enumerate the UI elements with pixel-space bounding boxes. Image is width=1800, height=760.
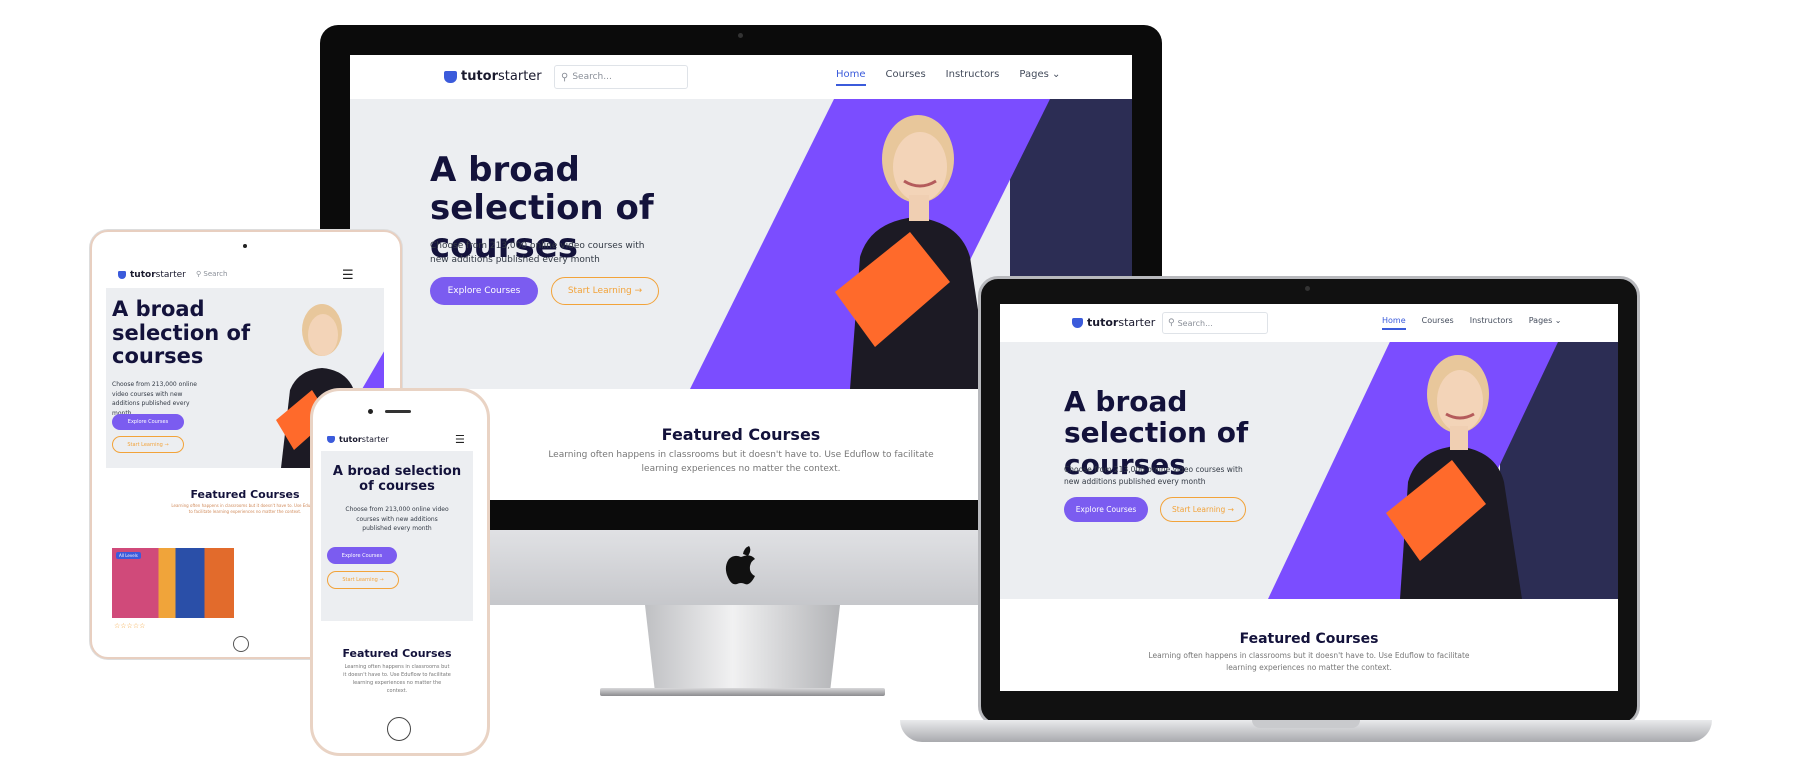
laptop-camera [1305, 286, 1310, 291]
search-icon: ⚲ [1168, 318, 1175, 328]
phone-screen: tutor starter ☰ A broad selection of cou… [321, 429, 473, 711]
hero-woman-image [1386, 355, 1522, 599]
imac-stand [645, 605, 840, 690]
hero-description: Choose from 213,000 online video courses… [1064, 465, 1243, 486]
hero-description: Choose from 213,000 online video courses… [345, 506, 449, 533]
star-rating: ☆☆☆☆☆ [114, 622, 146, 630]
explore-courses-button[interactable]: Explore Courses [327, 547, 397, 564]
hero-description: Choose from 213,000 online video courses… [430, 241, 645, 266]
owl-logo-icon [327, 436, 335, 443]
start-learning-button[interactable]: Start Learning → [112, 436, 184, 453]
nav-menu: Home Courses Instructors Pages ⌄ [1382, 316, 1562, 330]
start-learning-button[interactable]: Start Learning → [551, 277, 659, 305]
nav-item-courses[interactable]: Courses [886, 69, 926, 86]
search-input[interactable]: ⚲ Search... [1162, 312, 1268, 334]
hero-title: A broad selection of courses [112, 297, 251, 369]
nav-item-pages[interactable]: Pages ⌄ [1019, 69, 1060, 86]
apple-logo-icon [725, 546, 755, 585]
owl-logo-icon [444, 70, 457, 83]
laptop-device: tutor starter ⚲ Search... Home Courses I… [978, 276, 1640, 726]
explore-courses-button[interactable]: Explore Courses [430, 277, 538, 305]
start-learning-button[interactable]: Start Learning → [1160, 497, 1246, 522]
laptop-base [900, 720, 1712, 742]
search-icon: ⚲ [196, 270, 202, 278]
tablet-navbar: tutor starter ⚲ Search ☰ [106, 262, 384, 289]
featured-description: Learning often happens in classrooms but… [171, 503, 319, 515]
tablet-camera [243, 244, 247, 248]
brand-logo[interactable]: tutor starter [118, 270, 186, 280]
search-icon: ⚲ [561, 71, 569, 83]
nav-item-pages[interactable]: Pages ⌄ [1529, 316, 1562, 330]
phone-navbar: tutor starter ☰ [321, 429, 473, 452]
search-input[interactable]: ⚲ Search [196, 270, 227, 278]
hero-title: A broad selection of courses [332, 464, 462, 494]
hero-description: Choose from 213,000 online video courses… [112, 381, 197, 417]
laptop-screen: tutor starter ⚲ Search... Home Courses I… [1000, 304, 1618, 691]
hero-section: A broad selection of courses Choose from… [321, 451, 473, 611]
phone-camera [368, 409, 373, 414]
phone-device: tutor starter ☰ A broad selection of cou… [310, 388, 490, 756]
hamburger-menu-icon[interactable]: ☰ [342, 268, 354, 283]
phone-home-button[interactable] [387, 717, 411, 741]
owl-logo-icon [118, 271, 126, 279]
laptop-notch [1252, 720, 1360, 728]
level-badge: All Levels [116, 552, 141, 559]
tablet-home-button[interactable] [233, 636, 249, 652]
nav-item-instructors[interactable]: Instructors [946, 69, 1000, 86]
featured-title: Featured Courses [1239, 631, 1379, 647]
camera-dot [738, 33, 743, 38]
search-input[interactable]: ⚲ Search... [554, 65, 688, 89]
featured-description: Learning often happens in classrooms but… [548, 450, 934, 475]
navbar: tutor starter ⚲ Search... Home Courses I… [1000, 304, 1618, 343]
featured-section: Featured Courses Learning often happens … [1000, 599, 1618, 691]
hamburger-menu-icon[interactable]: ☰ [455, 433, 465, 446]
navbar: tutor starter ⚲ Search... Home Courses I… [350, 55, 1132, 100]
imac-foot [600, 688, 885, 696]
featured-title: Featured Courses [342, 647, 452, 660]
nav-item-instructors[interactable]: Instructors [1470, 316, 1513, 330]
featured-section: Featured Courses Learning often happens … [321, 611, 473, 711]
hero-woman-image [835, 115, 990, 389]
brand-logo[interactable]: tutor starter [1072, 316, 1155, 329]
featured-description: Learning often happens in classrooms but… [1148, 651, 1470, 672]
nav-item-courses[interactable]: Courses [1422, 316, 1454, 330]
phone-speaker [385, 410, 411, 413]
nav-menu: Home Courses Instructors Pages ⌄ [836, 69, 1060, 86]
featured-description: Learning often happens in classrooms but… [343, 664, 451, 694]
start-learning-button[interactable]: Start Learning → [327, 571, 399, 589]
brand-logo[interactable]: tutor starter [444, 69, 542, 84]
nav-item-home[interactable]: Home [1382, 316, 1406, 330]
owl-logo-icon [1072, 317, 1083, 328]
brand-logo[interactable]: tutor starter [327, 435, 389, 444]
hero-section: A broad selection of courses Choose from… [1000, 342, 1618, 599]
course-card-image[interactable]: All Levels [112, 548, 234, 618]
nav-item-home[interactable]: Home [836, 69, 866, 86]
explore-courses-button[interactable]: Explore Courses [112, 414, 184, 430]
explore-courses-button[interactable]: Explore Courses [1064, 497, 1148, 522]
